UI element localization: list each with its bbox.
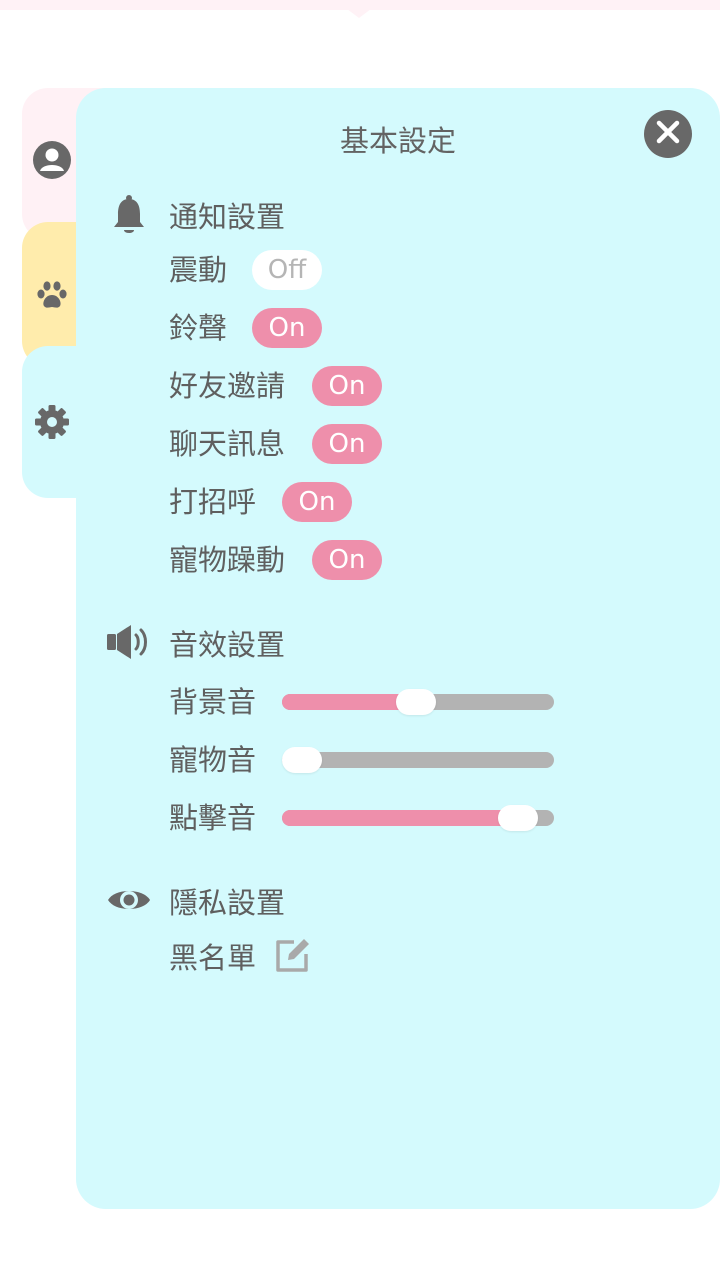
bell-icon	[110, 194, 148, 236]
chat-toggle[interactable]: On	[312, 424, 382, 464]
edit-icon[interactable]	[272, 936, 312, 976]
eye-icon	[106, 880, 152, 920]
pet-restless-toggle[interactable]: On	[312, 540, 382, 580]
vibrate-toggle[interactable]: Off	[252, 250, 322, 290]
background-volume-slider[interactable]	[282, 689, 554, 715]
sound-label-click: 點擊音	[169, 801, 257, 835]
privacy-title: 隱私設置	[169, 886, 286, 920]
slider-fill	[282, 810, 518, 826]
blacklist-label: 黑名單	[169, 941, 257, 975]
friend-invite-toggle[interactable]: On	[312, 366, 382, 406]
settings-panel: 基本設定 通知設置 震動 Off 鈴聲 On 好友邀請 On 聊天訊息 On 打…	[76, 88, 720, 1209]
notif-label-ringtone: 鈴聲	[169, 311, 228, 345]
notif-label-vibrate: 震動	[169, 253, 228, 287]
paw-icon	[32, 276, 72, 316]
slider-knob[interactable]	[282, 747, 322, 773]
click-volume-slider[interactable]	[282, 805, 554, 831]
slider-knob[interactable]	[395, 689, 436, 715]
pet-volume-slider[interactable]	[282, 747, 554, 773]
close-button[interactable]	[644, 110, 692, 158]
notif-label-pet-restless: 寵物躁動	[169, 543, 286, 577]
slider-knob[interactable]	[497, 805, 538, 831]
notif-label-friend-invite: 好友邀請	[169, 369, 286, 403]
sound-label-pet: 寵物音	[169, 743, 257, 777]
sound-label-background: 背景音	[169, 685, 257, 719]
panel-title: 基本設定	[339, 124, 456, 158]
notif-label-greeting: 打招呼	[169, 485, 257, 519]
user-icon	[32, 140, 72, 180]
top-notch	[343, 6, 375, 18]
speaker-icon	[106, 622, 152, 662]
sound-title: 音效設置	[169, 628, 286, 662]
greeting-toggle[interactable]: On	[282, 482, 352, 522]
notifications-title: 通知設置	[169, 200, 286, 234]
close-icon	[655, 119, 681, 149]
gear-icon	[32, 402, 72, 442]
ringtone-toggle[interactable]: On	[252, 308, 322, 348]
notif-label-chat: 聊天訊息	[169, 427, 286, 461]
